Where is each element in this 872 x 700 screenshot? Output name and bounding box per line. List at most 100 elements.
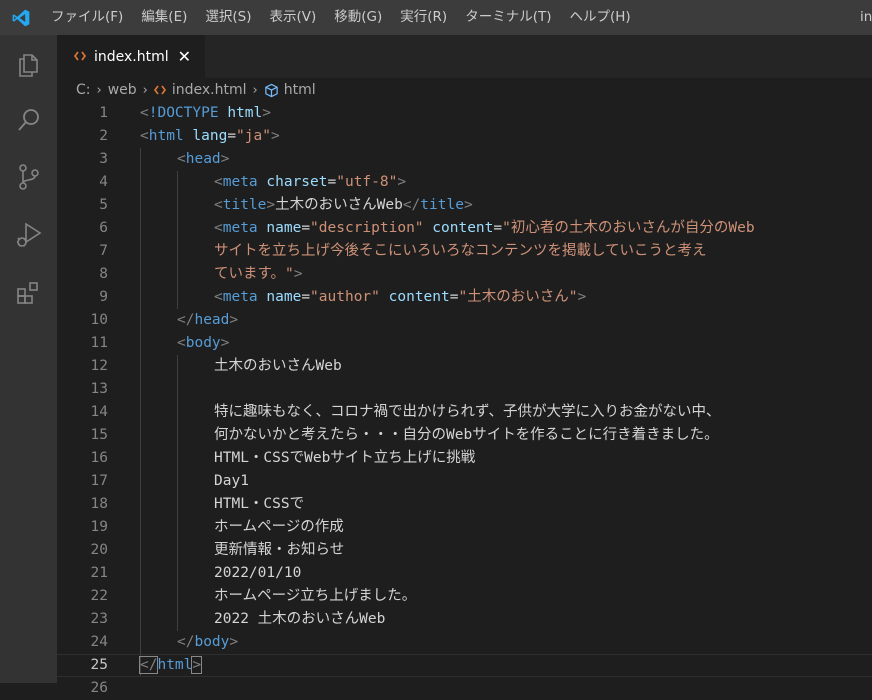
- explorer-icon[interactable]: [0, 41, 57, 89]
- code-line[interactable]: 10 </head>: [57, 309, 872, 332]
- code-line[interactable]: 7 サイトを立ち上げ今後そこにいろいろなコンテンツを掲載していこうと考え: [57, 240, 872, 263]
- menu-item-4[interactable]: 移動(G): [325, 0, 391, 35]
- code-line[interactable]: 12 土木のおいさんWeb: [57, 355, 872, 378]
- code-token: "ja": [236, 128, 271, 144]
- tab-index-html[interactable]: index.html ✕: [57, 35, 205, 78]
- code-token: =: [327, 174, 337, 190]
- code-token: meta: [222, 174, 258, 190]
- line-number: 24: [90, 634, 108, 650]
- code-line[interactable]: 23 2022 土木のおいさんWeb: [57, 608, 872, 631]
- code-line[interactable]: 16 HTML・CSSでWebサイト立ち上げに挑戦: [57, 447, 872, 470]
- breadcrumb-file[interactable]: index.html: [153, 82, 247, 98]
- code-line[interactable]: 22 ホームページ立ち上げました。: [57, 585, 872, 608]
- code-token: </: [138, 656, 159, 674]
- code-line[interactable]: 3 <head>: [57, 148, 872, 171]
- code-token: >: [229, 634, 239, 650]
- code-content: HTML・CSSでWebサイト立ち上げに挑戦: [214, 447, 475, 470]
- menu-item-0[interactable]: ファイル(F): [42, 0, 132, 35]
- breadcrumb-symbol[interactable]: html: [264, 82, 316, 98]
- title-bar: ファイル(F) 編集(E) 選択(S) 表示(V) 移動(G) 実行(R) ターミナル(T)…: [0, 0, 872, 35]
- breadcrumb-symbol-label: html: [283, 82, 316, 98]
- code-line[interactable]: 6 <meta name="description" content="初心者の土…: [57, 217, 872, 240]
- code-token: >: [262, 105, 271, 121]
- code-token: >: [229, 312, 239, 328]
- code-editor[interactable]: 1 <!DOCTYPE html> 2 <html lang="ja"> 3 <head>…: [57, 102, 872, 696]
- search-icon[interactable]: [0, 96, 57, 144]
- code-token: 2022/01/10: [214, 565, 302, 581]
- line-number: 14: [90, 404, 108, 420]
- line-number: 10: [90, 312, 108, 328]
- code-line[interactable]: 14 特に趣味もなく、コロナ禍で出かけられず、子供が大学に入りお金がない中、: [57, 401, 872, 424]
- symbol-element-icon: [264, 83, 279, 98]
- line-number: 16: [90, 450, 108, 466]
- code-line[interactable]: 24 </body>: [57, 631, 872, 654]
- code-token: <: [214, 197, 223, 213]
- code-token: 土木のおいさんWeb: [275, 197, 403, 213]
- activity-bar: [0, 35, 57, 683]
- code-token: HTML・CSSでWebサイト立ち上げに挑戦: [214, 450, 476, 466]
- code-token: Day1: [214, 473, 249, 489]
- code-token: <: [214, 220, 223, 236]
- code-token: >: [266, 197, 276, 213]
- code-line[interactable]: 25 </html>: [57, 654, 872, 677]
- menu-item-2[interactable]: 選択(S): [196, 0, 260, 35]
- menu-item-6[interactable]: ターミナル(T): [456, 0, 560, 35]
- code-token: <: [214, 289, 223, 305]
- breadcrumb: C: › web › index.html › html: [57, 78, 872, 102]
- line-number: 19: [90, 519, 108, 535]
- code-content: <!DOCTYPE html>: [140, 102, 271, 125]
- code-line[interactable]: 1 <!DOCTYPE html>: [57, 102, 872, 125]
- code-line[interactable]: 20 更新情報・お知らせ: [57, 539, 872, 562]
- menu-item-7[interactable]: ヘルプ(H): [560, 0, 639, 35]
- code-line[interactable]: 18 HTML・CSSで: [57, 493, 872, 516]
- code-content: <title>土木のおいさんWeb</title>: [214, 194, 473, 217]
- line-number: 5: [99, 197, 108, 213]
- chevron-right-icon: ›: [142, 82, 148, 98]
- menu-item-5[interactable]: 実行(R): [391, 0, 456, 35]
- code-token: >: [191, 656, 203, 674]
- code-line[interactable]: 8 ています。">: [57, 263, 872, 286]
- code-token: =: [227, 128, 237, 144]
- code-line[interactable]: 2 <html lang="ja">: [57, 125, 872, 148]
- close-icon[interactable]: ✕: [178, 48, 191, 65]
- code-content: <meta name="author" content="土木のおいさん">: [214, 286, 586, 309]
- code-line[interactable]: 9 <meta name="author" content="土木のおいさん">: [57, 286, 872, 309]
- code-token: 土木のおいさんWeb: [214, 358, 342, 374]
- run-debug-icon[interactable]: [0, 211, 57, 259]
- breadcrumb-drive[interactable]: C:: [76, 82, 91, 98]
- line-number: 7: [99, 243, 108, 259]
- line-number: 4: [99, 174, 108, 190]
- code-line[interactable]: 21 2022/01/10: [57, 562, 872, 585]
- code-token: =: [301, 289, 311, 305]
- code-content: <head>: [177, 148, 229, 171]
- extensions-icon[interactable]: [0, 269, 57, 317]
- source-control-icon[interactable]: [0, 153, 57, 201]
- menu-item-3[interactable]: 表示(V): [261, 0, 326, 35]
- vscode-logo-icon[interactable]: [0, 0, 42, 35]
- code-line[interactable]: 4 <meta charset="utf-8">: [57, 171, 872, 194]
- menu-item-1[interactable]: 編集(E): [132, 0, 196, 35]
- code-line[interactable]: 26: [57, 677, 872, 700]
- code-content: <meta name="description" content="初心者の土木…: [214, 217, 755, 240]
- code-line[interactable]: 15 何かないかと考えたら・・・自分のWebサイトを作ることに行き着きました。: [57, 424, 872, 447]
- code-line[interactable]: 13: [57, 378, 872, 401]
- breadcrumb-folder[interactable]: web: [108, 82, 137, 98]
- code-token: content: [388, 289, 450, 305]
- line-number: 21: [90, 565, 108, 581]
- line-number: 17: [90, 473, 108, 489]
- code-line[interactable]: 11 <body>: [57, 332, 872, 355]
- code-content: HTML・CSSで: [214, 493, 304, 516]
- code-token: lang: [192, 128, 228, 144]
- html-file-icon: [153, 85, 166, 95]
- code-line[interactable]: 5 <title>土木のおいさんWeb</title>: [57, 194, 872, 217]
- code-token: >: [397, 174, 407, 190]
- code-line[interactable]: 17 Day1: [57, 470, 872, 493]
- code-token: >: [220, 151, 230, 167]
- code-token: title: [222, 197, 267, 213]
- tab-label: index.html: [94, 48, 169, 65]
- editor-tab-strip: index.html ✕: [57, 35, 872, 78]
- code-line[interactable]: 19 ホームページの作成: [57, 516, 872, 539]
